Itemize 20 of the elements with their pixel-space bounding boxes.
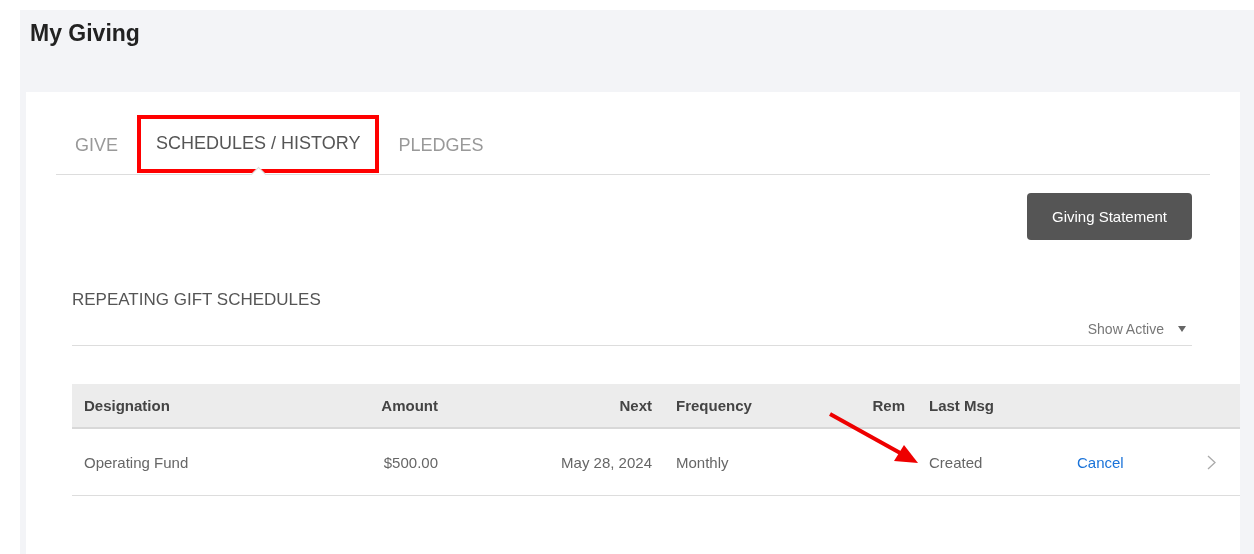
column-header: Frequency xyxy=(664,384,830,428)
table-cell: Created xyxy=(929,453,983,471)
table-cell: $500.00 xyxy=(383,453,438,471)
cancel-link[interactable]: Cancel xyxy=(1077,453,1124,471)
table-cell: Monthly xyxy=(676,453,729,471)
section-title: REPEATING GIFT SCHEDULES xyxy=(72,290,321,310)
show-active-dropdown[interactable]: Show Active xyxy=(1087,321,1186,337)
giving-statement-button[interactable]: Giving Statement xyxy=(1027,193,1192,240)
column-header: Designation xyxy=(72,384,354,428)
column-header: Next xyxy=(450,384,664,428)
tab[interactable]: GIVE xyxy=(56,135,137,174)
column-header: Last Msg xyxy=(917,384,1065,428)
table-cell: May 28, 2024 xyxy=(561,453,652,471)
caret-icon xyxy=(1178,326,1186,332)
tab[interactable]: PLEDGES xyxy=(379,135,503,174)
page-title: My Giving xyxy=(29,19,141,48)
chevron-right-icon[interactable] xyxy=(1207,454,1216,470)
table-cell: Operating Fund xyxy=(84,453,189,471)
column-header: Rem xyxy=(830,384,917,428)
column-header: Amount xyxy=(354,384,450,428)
